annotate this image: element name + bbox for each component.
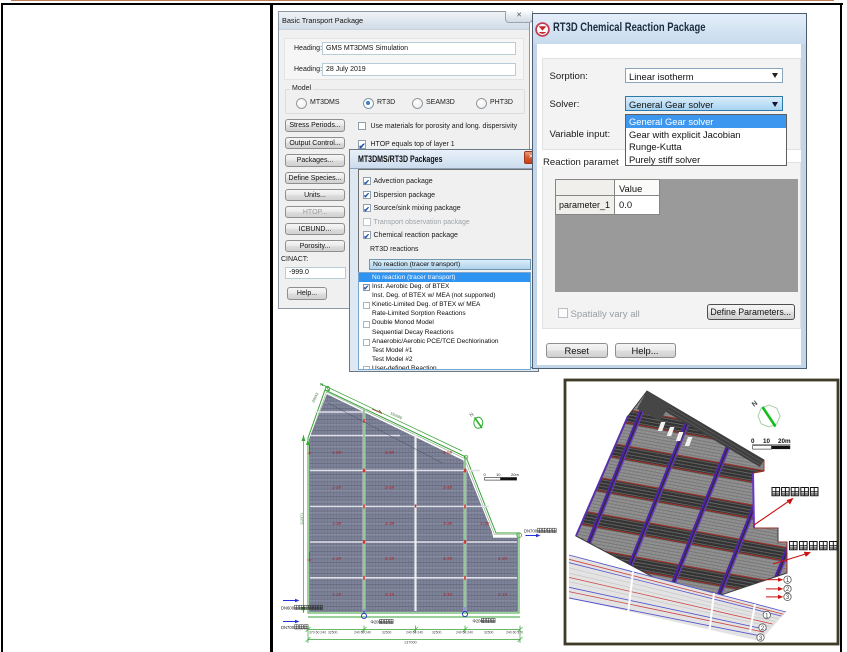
- svg-text:1-4#: 1-4#: [332, 485, 342, 490]
- svg-text:ZK: ZK: [463, 469, 468, 473]
- svg-text:0: 0: [484, 472, 487, 477]
- svg-text:1-3#: 1-3#: [480, 521, 490, 526]
- svg-text:2-4#: 2-4#: [385, 485, 395, 490]
- svg-text:2-1#: 2-1#: [385, 592, 395, 597]
- svg-text:2-5#: 2-5#: [385, 450, 395, 455]
- svg-text:ZK: ZK: [362, 469, 367, 473]
- svg-text:3-3#: 3-3#: [443, 521, 453, 526]
- svg-text:DN700: DN700: [524, 529, 538, 534]
- svg-text:32500: 32500: [484, 631, 494, 635]
- svg-text:DN600: DN600: [281, 606, 295, 611]
- svg-text:0: 0: [751, 438, 755, 445]
- svg-text:N: N: [469, 411, 476, 418]
- svg-text:10: 10: [496, 472, 501, 477]
- svg-text:29943: 29943: [311, 392, 319, 403]
- svg-text:240 60 240: 240 60 240: [456, 631, 473, 635]
- svg-text:240 60 370: 240 60 370: [506, 631, 523, 635]
- svg-text:10: 10: [763, 438, 771, 445]
- svg-text:1-5#: 1-5#: [332, 450, 342, 455]
- svg-text:4-2#: 4-2#: [498, 556, 508, 561]
- svg-text:3-5#: 3-5#: [443, 450, 453, 455]
- svg-text:20m: 20m: [778, 438, 791, 445]
- svg-text:240 60 240: 240 60 240: [354, 631, 371, 635]
- svg-text:240 60 240: 240 60 240: [406, 631, 423, 635]
- svg-text:20m: 20m: [511, 472, 519, 477]
- svg-text:ZK: ZK: [362, 540, 367, 544]
- svg-text:ZK: ZK: [463, 540, 468, 544]
- svg-text:DN700: DN700: [281, 625, 295, 630]
- svg-text:1-3#: 1-3#: [332, 521, 342, 526]
- svg-text:112371: 112371: [300, 513, 304, 525]
- svg-text:32500: 32500: [382, 631, 392, 635]
- svg-text:150686: 150686: [390, 411, 403, 420]
- svg-text:N: N: [320, 382, 323, 387]
- svg-text:2-2#: 2-2#: [385, 556, 395, 561]
- svg-text:137000: 137000: [404, 641, 417, 645]
- svg-text:2-3#: 2-3#: [385, 521, 395, 526]
- svg-text:32500: 32500: [328, 631, 338, 635]
- svg-text:1-2#: 1-2#: [332, 556, 342, 561]
- svg-text:4-1#: 4-1#: [498, 592, 508, 597]
- svg-text:3-1#: 3-1#: [443, 592, 453, 597]
- svg-text:32500: 32500: [432, 631, 442, 635]
- svg-text:1-1#: 1-1#: [332, 592, 342, 597]
- svg-text:3-2#: 3-2#: [443, 556, 453, 561]
- svg-text:3-4#: 3-4#: [443, 485, 453, 490]
- svg-text:370 60 240: 370 60 240: [309, 631, 326, 635]
